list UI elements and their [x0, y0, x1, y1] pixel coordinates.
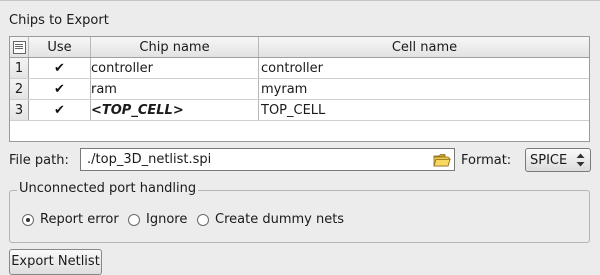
radio-ignore[interactable]: Ignore [128, 212, 187, 227]
radio-selected-icon[interactable] [22, 213, 34, 226]
radio-create-dummy-nets[interactable]: Create dummy nets [197, 212, 344, 227]
row-number: 3 [10, 100, 29, 120]
cell-name-cell[interactable]: controller [259, 58, 589, 78]
chip-name-cell[interactable]: controller [91, 58, 259, 78]
chips-table[interactable]: Use Chip name Cell name 1 ✔ controller c… [9, 36, 590, 142]
checkmark-icon[interactable]: ✔ [54, 62, 65, 75]
section-title: Chips to Export [9, 13, 109, 28]
radio-icon[interactable] [197, 213, 209, 226]
file-path-label: File path: [9, 153, 69, 168]
checkmark-icon[interactable]: ✔ [54, 83, 65, 96]
chip-name-cell[interactable]: ram [91, 79, 259, 99]
table-row[interactable]: 2 ✔ ram myram [10, 79, 589, 100]
format-value: SPICE [530, 152, 568, 168]
cell-name: TOP_CELL [261, 102, 326, 118]
header-cell-name[interactable]: Cell name [259, 37, 589, 57]
top-divider [0, 0, 600, 1]
chip-name: ram [91, 81, 117, 97]
radio-icon[interactable] [128, 213, 140, 226]
table-header: Use Chip name Cell name [10, 37, 589, 58]
group-title: Unconnected port handling [17, 181, 199, 196]
row-number: 2 [10, 79, 29, 99]
header-use[interactable]: Use [29, 37, 91, 57]
format-select[interactable]: SPICE [525, 148, 591, 172]
radio-label: Ignore [146, 212, 188, 227]
chip-name-cell[interactable]: <TOP_CELL> [91, 100, 259, 120]
chip-name: controller [91, 60, 154, 76]
radio-label: Report error [40, 212, 119, 227]
updown-arrows-icon [576, 153, 585, 167]
chip-name: <TOP_CELL> [91, 102, 184, 118]
export-netlist-button[interactable]: Export Netlist [9, 249, 102, 275]
format-label: Format: [461, 153, 512, 168]
radio-report-error[interactable]: Report error [22, 212, 119, 227]
cell-name-cell[interactable]: myram [259, 79, 589, 99]
use-checkbox[interactable]: ✔ [29, 79, 91, 99]
use-checkbox[interactable]: ✔ [29, 100, 91, 120]
cell-name: myram [261, 81, 308, 97]
table-row[interactable]: 3 ✔ <TOP_CELL> TOP_CELL [10, 100, 589, 121]
row-number: 1 [10, 58, 29, 78]
cell-name: controller [261, 60, 324, 76]
use-checkbox[interactable]: ✔ [29, 58, 91, 78]
file-path-value: ./top_3D_netlist.spi [87, 152, 212, 167]
cell-name-cell[interactable]: TOP_CELL [259, 100, 589, 120]
checkmark-icon[interactable]: ✔ [54, 104, 65, 117]
header-chip-name[interactable]: Chip name [91, 37, 259, 57]
table-row[interactable]: 1 ✔ controller controller [10, 58, 589, 79]
file-path-input[interactable]: ./top_3D_netlist.spi [80, 148, 455, 171]
folder-icon[interactable] [433, 153, 451, 167]
table-corner-icon[interactable] [12, 40, 26, 54]
radio-label: Create dummy nets [215, 212, 345, 227]
select-all-corner[interactable] [10, 37, 29, 57]
